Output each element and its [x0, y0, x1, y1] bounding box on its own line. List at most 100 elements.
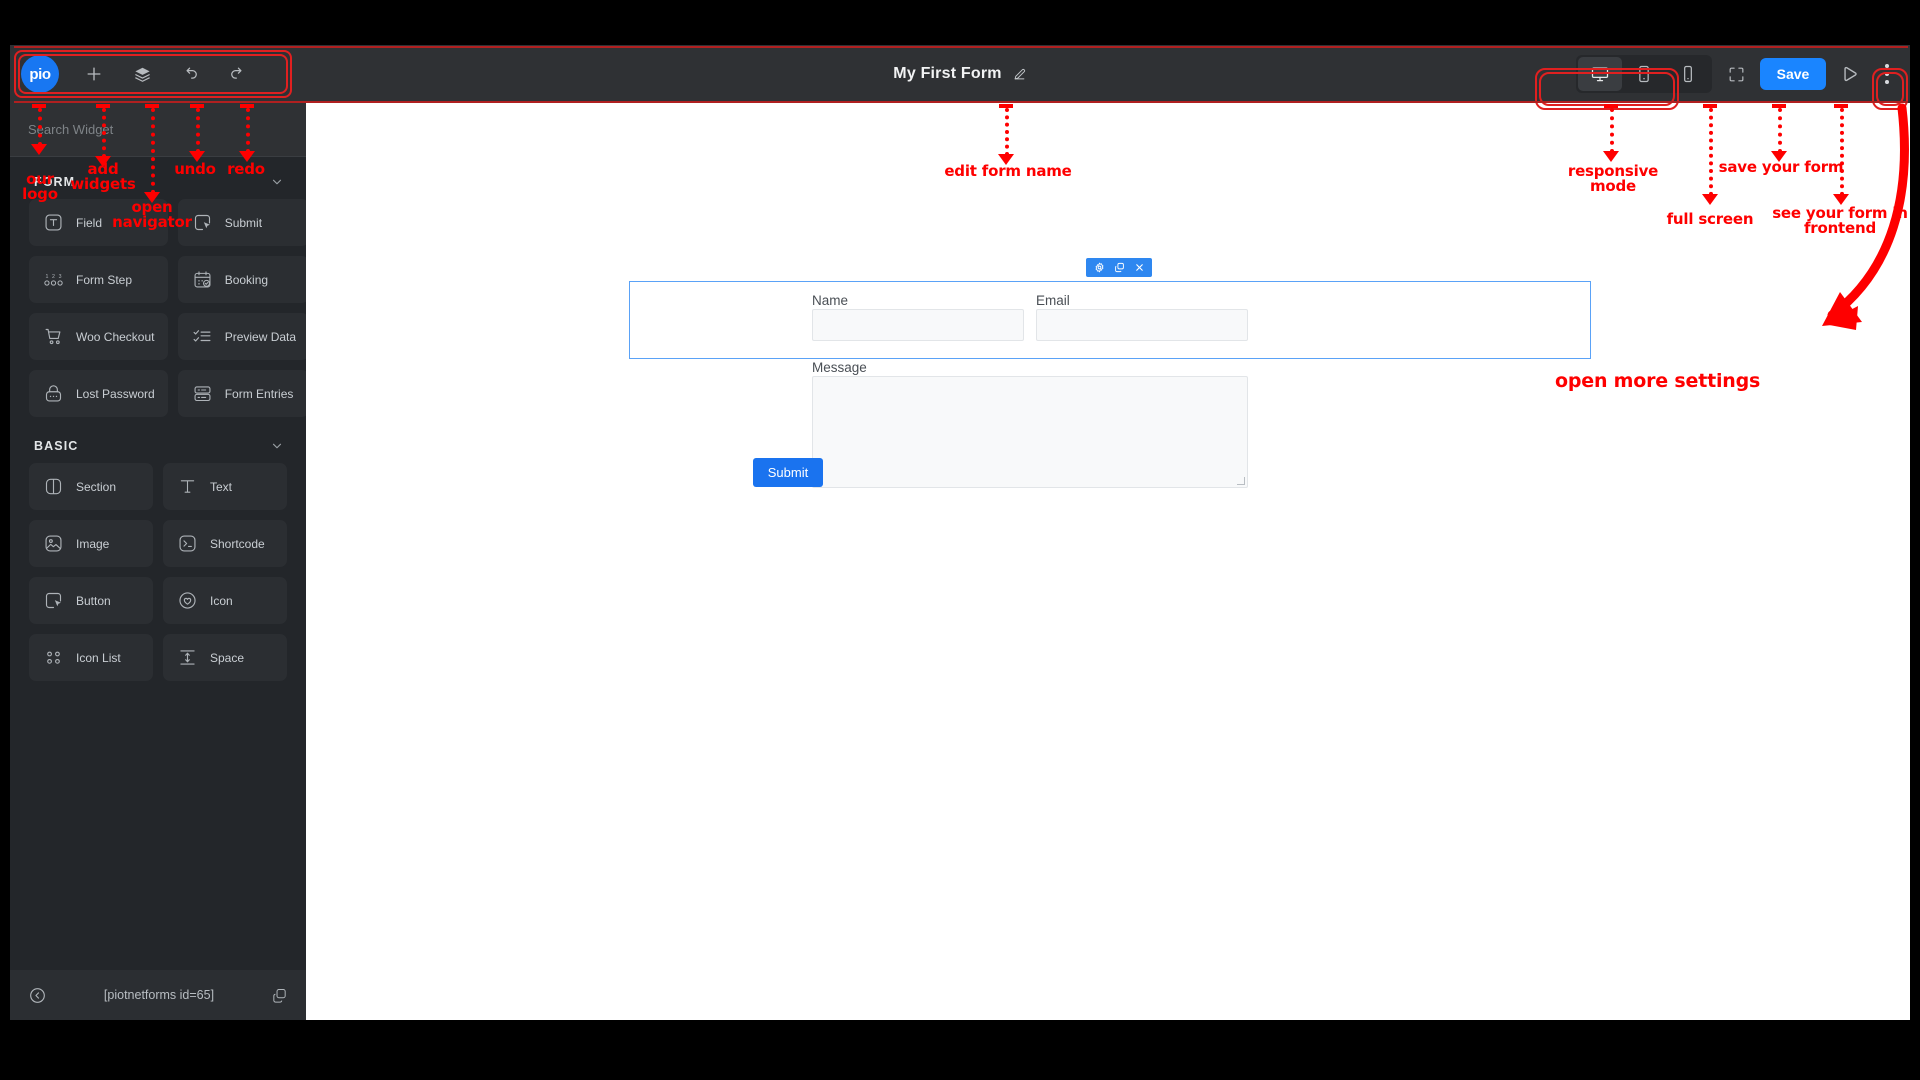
section-toolbar: [1086, 258, 1152, 277]
save-button[interactable]: Save: [1760, 58, 1826, 90]
category-title: BASIC: [34, 439, 79, 453]
field-label-name: Name: [812, 293, 849, 308]
gear-icon[interactable]: [1089, 258, 1109, 277]
widget-button[interactable]: Button: [29, 577, 153, 624]
widget-image[interactable]: Image: [29, 520, 153, 567]
panel-status-bar: [piotnetforms id=65]: [10, 970, 306, 1020]
widget-label: Shortcode: [210, 536, 265, 551]
widget-label: Space: [210, 650, 245, 665]
widget-submit[interactable]: Submit: [177, 199, 306, 246]
widget-panel: Search Widget FORM Field Submit 1 2 3 Fo…: [10, 103, 306, 1020]
widget-label: Section: [76, 479, 117, 494]
field-label-message: Message: [812, 360, 867, 375]
svg-text:2: 2: [52, 274, 55, 280]
widget-section[interactable]: Section: [29, 463, 153, 510]
open-navigator-button[interactable]: [118, 45, 166, 103]
section-icon: [42, 475, 65, 498]
button-icon: [42, 589, 65, 612]
widget-form-entries[interactable]: Form Entries: [177, 370, 306, 417]
entries-icon: [191, 382, 214, 405]
responsive-desktop-button[interactable]: [1578, 57, 1622, 91]
search-input[interactable]: Search Widget: [28, 113, 288, 147]
logo-container: pio: [10, 55, 70, 93]
widget-label: Text: [210, 479, 233, 494]
widget-label: Submit: [224, 215, 263, 230]
pencil-icon[interactable]: [1012, 67, 1027, 82]
chevron-down-icon[interactable]: [270, 175, 284, 189]
widget-woo-checkout[interactable]: Woo Checkout: [29, 313, 168, 360]
widget-label: Booking: [224, 272, 269, 287]
image-icon: [42, 532, 65, 555]
widget-label: Image: [76, 536, 110, 551]
widget-field[interactable]: Field: [29, 199, 168, 246]
widget-label: Icon List: [76, 650, 121, 665]
collapse-left-icon[interactable]: [28, 986, 47, 1005]
space-icon: [176, 646, 199, 669]
svg-text:3: 3: [59, 274, 62, 280]
app-logo[interactable]: pio: [21, 55, 59, 93]
widget-label: Form Entries: [224, 386, 294, 401]
category-title: FORM: [34, 175, 76, 189]
field-input-name[interactable]: [812, 309, 1024, 341]
responsive-tablet-button[interactable]: [1622, 57, 1666, 91]
widget-label: Form Step: [76, 272, 133, 287]
submit-icon: [191, 211, 214, 234]
field-label-email: Email: [1036, 293, 1070, 308]
icon-list-icon: [42, 646, 65, 669]
checklist-icon: [191, 325, 214, 348]
widget-grid-basic: Section Text Image Shortcode Button Icon…: [10, 463, 306, 681]
close-icon[interactable]: [1129, 258, 1149, 277]
widget-space[interactable]: Space: [163, 634, 287, 681]
preview-button[interactable]: [1828, 57, 1872, 91]
copy-icon[interactable]: [271, 987, 288, 1004]
widget-label: Button: [76, 593, 111, 608]
widget-preview-data[interactable]: Preview Data: [177, 313, 306, 360]
form-step-icon: 1 2 3: [42, 268, 65, 291]
widget-form-step[interactable]: 1 2 3 Form Step: [29, 256, 168, 303]
svg-text:1: 1: [45, 274, 48, 280]
cart-icon: [42, 325, 65, 348]
widget-list[interactable]: FORM Field Submit 1 2 3 Form Step Bookin…: [10, 157, 306, 970]
more-settings-button[interactable]: [1874, 56, 1900, 92]
redo-button[interactable]: [214, 45, 262, 103]
duplicate-icon[interactable]: [1109, 258, 1129, 277]
widget-label: Preview Data: [224, 329, 297, 344]
widget-booking[interactable]: Booking: [177, 256, 306, 303]
widget-label: Field: [76, 215, 103, 230]
right-toolbar: Save: [1576, 45, 1900, 103]
shortcode-icon: [176, 532, 199, 555]
responsive-mode-group: [1576, 55, 1712, 93]
responsive-mobile-button[interactable]: [1666, 57, 1710, 91]
widget-shortcode[interactable]: Shortcode: [163, 520, 287, 567]
widget-icon[interactable]: Icon: [163, 577, 287, 624]
widget-lost-password[interactable]: Lost Password: [29, 370, 168, 417]
fullscreen-button[interactable]: [1714, 57, 1758, 91]
category-header-form[interactable]: FORM: [10, 157, 306, 199]
widget-label: Woo Checkout: [76, 329, 155, 344]
widget-label: Lost Password: [76, 386, 155, 401]
category-header-basic[interactable]: BASIC: [10, 417, 306, 463]
widget-grid-form: Field Submit 1 2 3 Form Step Booking Woo…: [10, 199, 306, 417]
top-toolbar: pio My First Form Save: [10, 45, 1910, 103]
editor-window: pio My First Form Save Search Widget FOR…: [10, 45, 1910, 1020]
heart-icon: [176, 589, 199, 612]
screen: pio My First Form Save Search Widget FOR…: [0, 0, 1920, 1080]
shortcode-text[interactable]: [piotnetforms id=65]: [104, 988, 214, 1002]
submit-button[interactable]: Submit: [753, 458, 823, 487]
resize-grip[interactable]: [1237, 477, 1245, 485]
undo-button[interactable]: [166, 45, 214, 103]
widget-text[interactable]: Text: [163, 463, 287, 510]
booking-icon: [191, 268, 214, 291]
text-icon: [176, 475, 199, 498]
lock-icon: [42, 382, 65, 405]
field-input-email[interactable]: [1036, 309, 1248, 341]
form-canvas[interactable]: Name Email Message Submit: [306, 103, 1910, 1020]
page-title: My First Form: [893, 65, 1002, 82]
field-icon: [42, 211, 65, 234]
chevron-down-icon[interactable]: [270, 439, 284, 453]
search-bar: Search Widget: [10, 103, 306, 157]
field-input-message[interactable]: [812, 376, 1248, 488]
add-widgets-button[interactable]: [70, 45, 118, 103]
widget-icon-list[interactable]: Icon List: [29, 634, 153, 681]
search-placeholder: Search Widget: [28, 122, 114, 137]
